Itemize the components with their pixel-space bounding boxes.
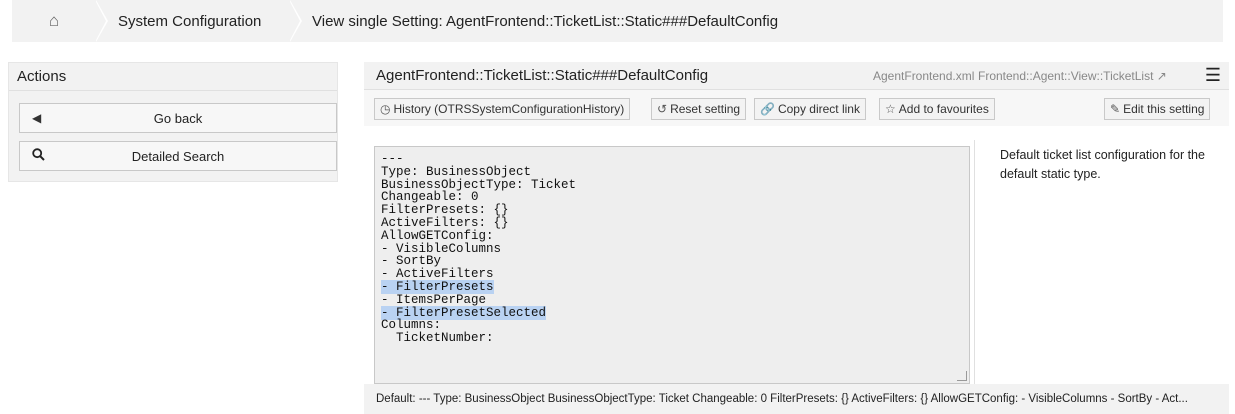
actions-panel: Actions ◀ Go back Detailed Search	[8, 62, 338, 182]
copy-link-button[interactable]: 🔗 Copy direct link	[754, 98, 866, 120]
history-button[interactable]: ◷ History (OTRSSystemConfigurationHistor…	[374, 98, 631, 120]
setting-content: --- Type: BusinessObject BusinessObjectT…	[364, 126, 1229, 384]
caret-left-icon: ◀	[32, 111, 42, 125]
external-link-icon: ↗	[1156, 69, 1167, 83]
setting-header: AgentFrontend::TicketList::Static###Defa…	[364, 62, 1229, 90]
setting-value-editor[interactable]: --- Type: BusinessObject BusinessObjectT…	[374, 146, 970, 384]
detailed-search-button[interactable]: Detailed Search	[19, 141, 337, 171]
hamburger-icon[interactable]: ☰	[1205, 65, 1221, 86]
editor-line: TicketNumber:	[381, 331, 494, 346]
add-favourites-button[interactable]: ☆ Add to favourites	[879, 98, 995, 120]
breadcrumb-label: View single Setting: AgentFrontend::Tick…	[312, 12, 779, 30]
setting-toolbar: ◷ History (OTRSSystemConfigurationHistor…	[364, 90, 1229, 126]
actions-title: Actions	[9, 63, 337, 91]
setting-description: Default ticket list configuration for th…	[1000, 148, 1205, 181]
divider	[974, 140, 975, 384]
breadcrumb-home[interactable]: ⌂	[12, 0, 108, 42]
go-back-button[interactable]: ◀ Go back	[19, 103, 337, 133]
resize-handle[interactable]	[957, 371, 967, 381]
search-icon	[32, 148, 45, 164]
setting-navigation-label: Frontend::Agent::View::TicketList	[978, 69, 1154, 83]
reset-label: Reset setting	[670, 102, 741, 116]
favourites-label: Add to favourites	[898, 102, 989, 116]
edit-icon: ✎	[1110, 102, 1121, 116]
default-value-footer: Default: --- Type: BusinessObject Busine…	[364, 384, 1229, 414]
setting-name: AgentFrontend::TicketList::Static###Defa…	[376, 67, 709, 84]
go-back-label: Go back	[153, 110, 203, 126]
setting-navigation-link[interactable]: Frontend::Agent::View::TicketList ↗	[978, 69, 1167, 83]
history-label: History (OTRSSystemConfigurationHistory)	[393, 102, 625, 116]
star-icon: ☆	[885, 102, 896, 116]
setting-file: AgentFrontend.xml	[873, 69, 975, 83]
undo-icon: ↺	[657, 102, 668, 116]
home-icon: ⌂	[48, 11, 60, 30]
reset-setting-button[interactable]: ↺ Reset setting	[651, 98, 747, 120]
breadcrumb: ⌂ System Configuration View single Setti…	[12, 0, 1223, 42]
link-icon: 🔗	[760, 102, 775, 116]
breadcrumb-label: System Configuration	[118, 12, 262, 30]
clock-icon: ◷	[380, 102, 391, 116]
editor-line: - ItemsPerPage	[381, 292, 487, 307]
breadcrumb-system-configuration[interactable]: System Configuration	[96, 0, 302, 42]
detailed-search-label: Detailed Search	[131, 148, 225, 164]
setting-value-text: --- Type: BusinessObject BusinessObjectT…	[375, 147, 969, 345]
copy-link-label: Copy direct link	[777, 102, 860, 116]
breadcrumb-current: View single Setting: AgentFrontend::Tick…	[290, 0, 778, 42]
edit-label: Edit this setting	[1123, 102, 1205, 116]
edit-setting-button[interactable]: ✎ Edit this setting	[1104, 98, 1211, 120]
